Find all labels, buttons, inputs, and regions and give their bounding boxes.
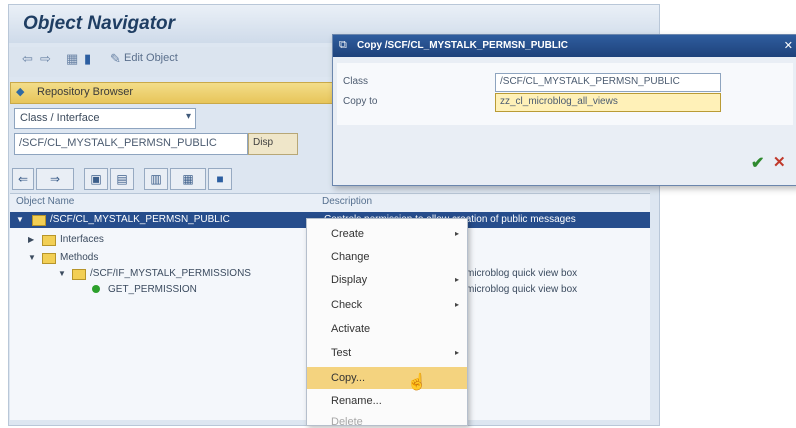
class-field[interactable]: /SCF/CL_MYSTALK_PERMSN_PUBLIC — [495, 73, 721, 92]
filter-icon[interactable]: ▦ — [170, 168, 206, 190]
class-label: Class — [343, 76, 369, 87]
screenshot-stage: Object Navigator ⇦ ⇨ ▦ ▮ ✎ Edit Object ◆… — [0, 0, 796, 428]
forward-arrow-icon[interactable]: ⇨ — [40, 51, 51, 67]
object-name-value: /SCF/CL_MYSTALK_PERMSN_PUBLIC — [19, 137, 217, 149]
menu-item-label: Delete — [331, 416, 363, 428]
display-button-label: Disp — [253, 137, 274, 148]
copy-dialog: ⧉ Copy /SCF/CL_MYSTALK_PERMSN_PUBLIC ✕ C… — [332, 34, 796, 186]
menu-item-display[interactable]: Display ▸ — [307, 269, 467, 291]
edit-object-icon[interactable]: ✎ — [110, 51, 121, 67]
expand-triangle-icon[interactable]: ▼ — [16, 215, 24, 224]
page-title: Object Navigator — [23, 13, 176, 34]
submenu-arrow-icon: ▸ — [454, 275, 459, 284]
interface-icon — [72, 269, 86, 280]
menu-item-label: Check — [331, 299, 363, 311]
sort-icon[interactable]: ▥ — [144, 168, 168, 190]
other-object-icon[interactable]: ▦ — [66, 51, 78, 67]
mouse-pointer-icon: ☝ — [407, 374, 427, 391]
dialog-body: Class /SCF/CL_MYSTALK_PERMSN_PUBLIC Copy… — [337, 63, 793, 125]
tree-node-desc: microblog quick view box — [466, 268, 578, 279]
tree-node-name: /SCF/CL_MYSTALK_PERMSN_PUBLIC — [50, 214, 230, 225]
menu-item-check[interactable]: Check ▸ — [307, 294, 467, 316]
menu-item-label: Copy... — [331, 372, 366, 384]
menu-item-delete[interactable]: Delete — [307, 411, 467, 428]
submenu-arrow-icon: ▸ — [454, 348, 459, 357]
dialog-title-bar: ⧉ Copy /SCF/CL_MYSTALK_PERMSN_PUBLIC ✕ — [333, 35, 796, 57]
menu-item-copy[interactable]: Copy... — [307, 367, 467, 389]
chevron-down-icon: ▾ — [185, 111, 191, 122]
column-description: Description — [322, 196, 373, 207]
menu-item-test[interactable]: Test ▸ — [307, 342, 467, 364]
back-arrow-icon[interactable]: ⇦ — [22, 51, 33, 67]
copy-to-value: zz_cl_microblog_all_views — [500, 96, 618, 107]
expand-triangle-icon[interactable]: ▶ — [28, 235, 34, 244]
copy-to-input[interactable]: zz_cl_microblog_all_views — [495, 93, 721, 112]
folder-icon — [42, 235, 56, 246]
tree-node-name: Methods — [60, 252, 99, 263]
menu-item-rename[interactable]: Rename... — [307, 390, 467, 412]
menu-item-create[interactable]: Create ▸ — [307, 223, 467, 245]
submenu-arrow-icon: ▸ — [454, 300, 459, 309]
expand-triangle-icon[interactable]: ▼ — [28, 253, 36, 262]
object-type-select[interactable]: Class / Interface ▾ — [14, 108, 196, 129]
menu-item-label: Display — [331, 274, 368, 286]
where-used-icon[interactable]: ▤ — [110, 168, 134, 190]
display-button[interactable]: Disp — [248, 133, 298, 155]
edit-object-button[interactable]: Edit Object — [124, 52, 178, 64]
menu-item-label: Rename... — [331, 395, 382, 407]
menu-item-label: Create — [331, 228, 365, 240]
class-field-value: /SCF/CL_MYSTALK_PERMSN_PUBLIC — [500, 76, 680, 87]
expand-icon[interactable]: ⇒ — [36, 168, 74, 190]
repository-browser-title: Repository Browser — [37, 86, 133, 98]
column-object-name: Object Name — [16, 196, 75, 207]
menu-item-change[interactable]: Change — [307, 246, 467, 268]
dialog-title: Copy /SCF/CL_MYSTALK_PERMSN_PUBLIC — [357, 40, 568, 51]
hierarchy-icon[interactable]: ▣ — [84, 168, 108, 190]
tree-node-name: Interfaces — [60, 234, 104, 245]
method-icon — [92, 285, 100, 293]
context-menu: Create ▸ Change Display ▸ Check ▸ Activa… — [306, 218, 468, 428]
continue-button[interactable]: ✔ — [751, 153, 764, 173]
tree-node-desc: microblog quick view box — [466, 284, 578, 295]
collapse-icon[interactable]: ⇐ — [12, 168, 34, 190]
menu-item-activate[interactable]: Activate — [307, 318, 467, 340]
object-type-value: Class / Interface — [20, 112, 100, 124]
copy-icon: ⧉ — [339, 39, 347, 51]
class-icon — [32, 215, 46, 226]
close-icon[interactable]: ✕ — [784, 39, 793, 52]
object-name-field[interactable]: /SCF/CL_MYSTALK_PERMSN_PUBLIC — [14, 133, 248, 155]
submenu-arrow-icon: ▸ — [454, 229, 459, 238]
copy-to-label: Copy to — [343, 96, 378, 107]
expand-triangle-icon[interactable]: ▼ — [58, 269, 66, 278]
menu-item-label: Activate — [331, 323, 371, 335]
tree-toolbar: ⇐ ⇒ ▣ ▤ ▥ ▦ ■ — [12, 168, 302, 190]
cancel-button[interactable]: ✕ — [773, 153, 786, 171]
layout-icon[interactable]: ■ — [208, 168, 232, 190]
repository-icon: ◆ — [16, 86, 25, 98]
tree-column-header: Object Name Description — [10, 193, 650, 213]
tree-node-name: GET_PERMISSION — [108, 284, 197, 295]
menu-item-label: Change — [331, 251, 370, 263]
repository-browser-header[interactable]: ◆ Repository Browser — [10, 82, 334, 104]
menu-item-label: Test — [331, 347, 352, 359]
object-list-icon[interactable]: ▮ — [84, 51, 91, 67]
folder-icon — [42, 253, 56, 264]
tree-node-name: /SCF/IF_MYSTALK_PERMISSIONS — [90, 268, 251, 279]
